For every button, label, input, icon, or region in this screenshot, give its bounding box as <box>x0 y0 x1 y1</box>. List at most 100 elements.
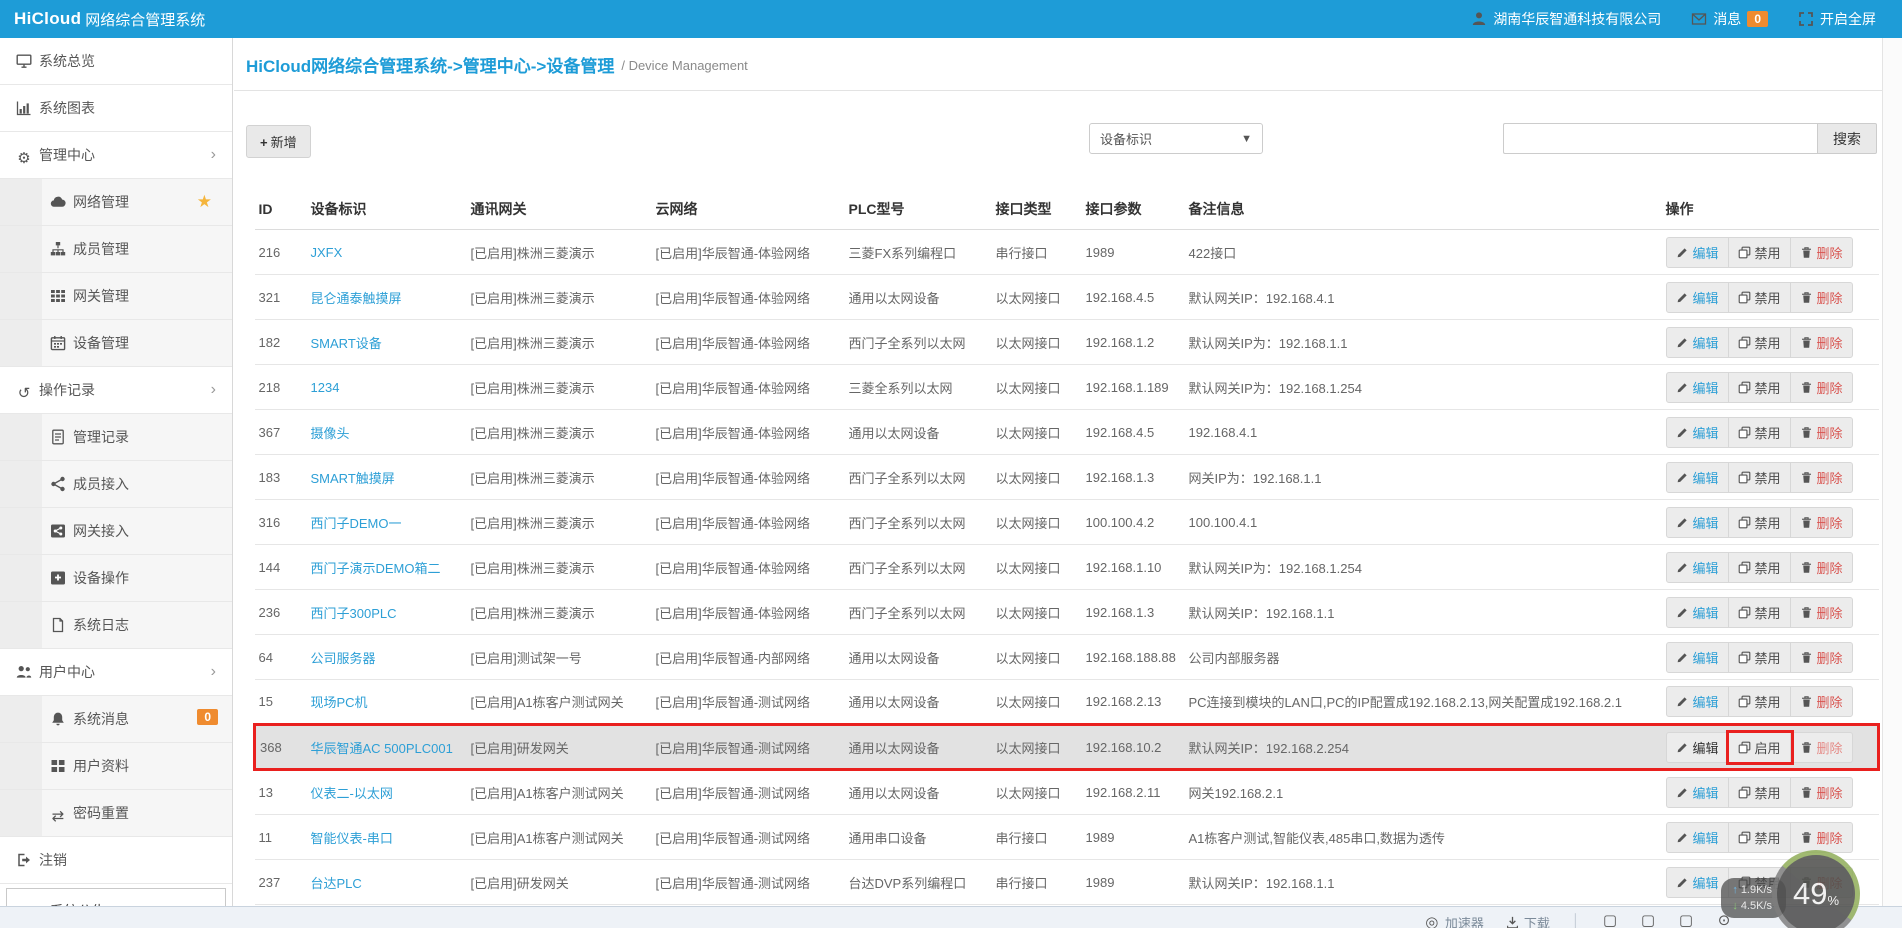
sidebar-item[interactable]: 设备管理 <box>0 320 232 367</box>
device-plc-model: 西门子全系列以太网 <box>844 454 992 500</box>
delete-button[interactable]: 删除 <box>1791 823 1852 852</box>
edit-button[interactable]: 编辑 <box>1667 282 1729 312</box>
sidebar-item[interactable]: 注销 <box>0 837 232 884</box>
delete-button[interactable]: 删除 <box>1791 733 1852 762</box>
device-link[interactable]: 华辰智通AC 500PLC001 <box>311 741 453 756</box>
edit-button[interactable]: 编辑 <box>1667 597 1729 627</box>
device-link[interactable]: 台达PLC <box>311 876 362 891</box>
edit-button[interactable]: 编辑 <box>1667 642 1729 672</box>
device-remark: A1栋客户测试,智能仪表,485串口,数据为透传 <box>1184 814 1662 860</box>
sidebar-item[interactable]: 系统日志 <box>0 602 232 649</box>
device-id: 182 <box>254 319 307 365</box>
device-iface-type: 以太网接口 <box>991 634 1082 680</box>
device-link[interactable]: 现场PC机 <box>311 695 368 710</box>
disable-button[interactable]: 禁用 <box>1729 552 1791 582</box>
favorite-star-icon[interactable]: ★ <box>197 179 212 225</box>
statusbar-tool-icon[interactable]: ▢ <box>1640 913 1656 928</box>
disable-button[interactable]: 禁用 <box>1729 417 1791 447</box>
statusbar-accelerator[interactable]: ◎ 加速器 <box>1424 913 1484 928</box>
search-button[interactable]: 搜索 <box>1817 123 1877 154</box>
device-link[interactable]: SMART设备 <box>311 336 382 351</box>
edit-button[interactable]: 编辑 <box>1667 687 1729 716</box>
edit-button[interactable]: 编辑 <box>1667 237 1729 267</box>
disable-button[interactable]: 禁用 <box>1729 462 1791 492</box>
messages-menu[interactable]: 消息 0 <box>1691 9 1768 29</box>
edit-button[interactable]: 编辑 <box>1667 507 1729 537</box>
delete-button[interactable]: 删除 <box>1791 238 1852 267</box>
sidebar-item[interactable]: 管理记录 <box>0 414 232 461</box>
sidebar-item[interactable]: 系统总览 <box>0 38 232 85</box>
device-link[interactable]: 1234 <box>311 380 340 395</box>
disable-button[interactable]: 禁用 <box>1729 237 1791 267</box>
delete-button[interactable]: 删除 <box>1791 328 1852 357</box>
sidebar-item[interactable]: 网络管理 ★ <box>0 179 232 226</box>
edit-button[interactable]: 编辑 <box>1667 372 1729 402</box>
fullscreen-icon <box>1798 11 1814 27</box>
edit-button[interactable]: 编辑 <box>1667 732 1729 762</box>
device-link[interactable]: 仪表二-以太网 <box>311 786 393 801</box>
edit-button[interactable]: 编辑 <box>1667 417 1729 447</box>
edit-button[interactable]: 编辑 <box>1667 552 1729 582</box>
edit-button[interactable]: 编辑 <box>1667 327 1729 357</box>
add-device-button[interactable]: + 新增 <box>246 125 311 158</box>
scrollbar-track[interactable] <box>1882 38 1902 928</box>
delete-button[interactable]: 删除 <box>1791 687 1852 716</box>
filter-field-select[interactable]: 设备标识 ▼ <box>1089 123 1263 154</box>
device-link[interactable]: 西门子DEMO一 <box>311 516 402 531</box>
sidebar-item[interactable]: 网关管理 <box>0 273 232 320</box>
device-link[interactable]: 昆仑通泰触摸屏 <box>311 291 402 306</box>
device-link[interactable]: 智能仪表-串口 <box>311 831 393 846</box>
sidebar-item[interactable]: ↺ 操作记录 › <box>0 367 232 414</box>
sidebar-item[interactable]: 网关接入 <box>0 508 232 555</box>
disable-button[interactable]: 禁用 <box>1729 327 1791 357</box>
sidebar-item[interactable]: 成员管理 <box>0 226 232 273</box>
device-link[interactable]: 公司服务器 <box>311 651 376 666</box>
delete-button[interactable]: 删除 <box>1791 778 1852 807</box>
disable-button[interactable]: 禁用 <box>1729 642 1791 672</box>
disable-button[interactable]: 禁用 <box>1729 778 1791 807</box>
disable-button[interactable]: 禁用 <box>1729 282 1791 312</box>
device-link[interactable]: SMART触摸屏 <box>311 471 395 486</box>
trash-icon <box>1800 695 1813 708</box>
search-input[interactable] <box>1503 123 1817 154</box>
sidebar-item[interactable]: ⚙ 管理中心 › <box>0 132 232 179</box>
disable-button[interactable]: 禁用 <box>1729 687 1791 716</box>
disable-button[interactable]: 禁用 <box>1729 597 1791 627</box>
sidebar-item[interactable]: 系统图表 <box>0 85 232 132</box>
sidebar-item[interactable]: 成员接入 <box>0 461 232 508</box>
sidebar-item[interactable]: 设备操作 <box>0 555 232 602</box>
disable-button[interactable]: 禁用 <box>1729 507 1791 537</box>
sidebar-item[interactable]: 系统消息 0 <box>0 696 232 743</box>
device-link[interactable]: 西门子演示DEMO箱二 <box>311 561 441 576</box>
disable-button[interactable]: 禁用 <box>1729 372 1791 402</box>
delete-button[interactable]: 删除 <box>1791 373 1852 402</box>
edit-button[interactable]: 编辑 <box>1667 778 1729 807</box>
edit-button[interactable]: 编辑 <box>1667 462 1729 492</box>
sidebar-item[interactable]: 用户中心 › <box>0 649 232 696</box>
sidebar-item-label: 成员接入 <box>73 476 129 492</box>
sidebar-item[interactable]: ⇄ 密码重置 <box>0 790 232 837</box>
edit-button[interactable]: 编辑 <box>1667 822 1729 852</box>
delete-button[interactable]: 删除 <box>1791 418 1852 447</box>
sidebar-item[interactable]: 用户资料 <box>0 743 232 790</box>
enable-button[interactable]: 启用 <box>1725 729 1794 765</box>
device-plc-model: 通用串口设备 <box>844 814 992 860</box>
device-link[interactable]: 摄像头 <box>311 426 350 441</box>
delete-button[interactable]: 删除 <box>1791 283 1852 312</box>
delete-button[interactable]: 删除 <box>1791 463 1852 492</box>
delete-button[interactable]: 删除 <box>1791 508 1852 537</box>
statusbar-tool-icon[interactable]: ▢ <box>1602 913 1618 928</box>
statusbar-tool-icon[interactable]: ▢ <box>1678 913 1694 928</box>
edit-button[interactable]: 编辑 <box>1667 867 1729 897</box>
device-link[interactable]: JXFX <box>311 245 343 260</box>
delete-button[interactable]: 删除 <box>1791 598 1852 627</box>
statusbar-download[interactable]: 下载 <box>1506 913 1550 928</box>
fullscreen-button[interactable]: 开启全屏 <box>1798 9 1876 29</box>
delete-button[interactable]: 删除 <box>1791 553 1852 582</box>
account-menu[interactable]: 湖南华辰智通科技有限公司 <box>1471 9 1661 29</box>
delete-button[interactable]: 删除 <box>1791 643 1852 672</box>
sidebar-item-label: 设备管理 <box>73 335 129 351</box>
disable-button[interactable]: 禁用 <box>1729 822 1791 852</box>
percent-ring-widget[interactable]: 49 % <box>1772 850 1860 928</box>
device-link[interactable]: 西门子300PLC <box>311 606 397 621</box>
